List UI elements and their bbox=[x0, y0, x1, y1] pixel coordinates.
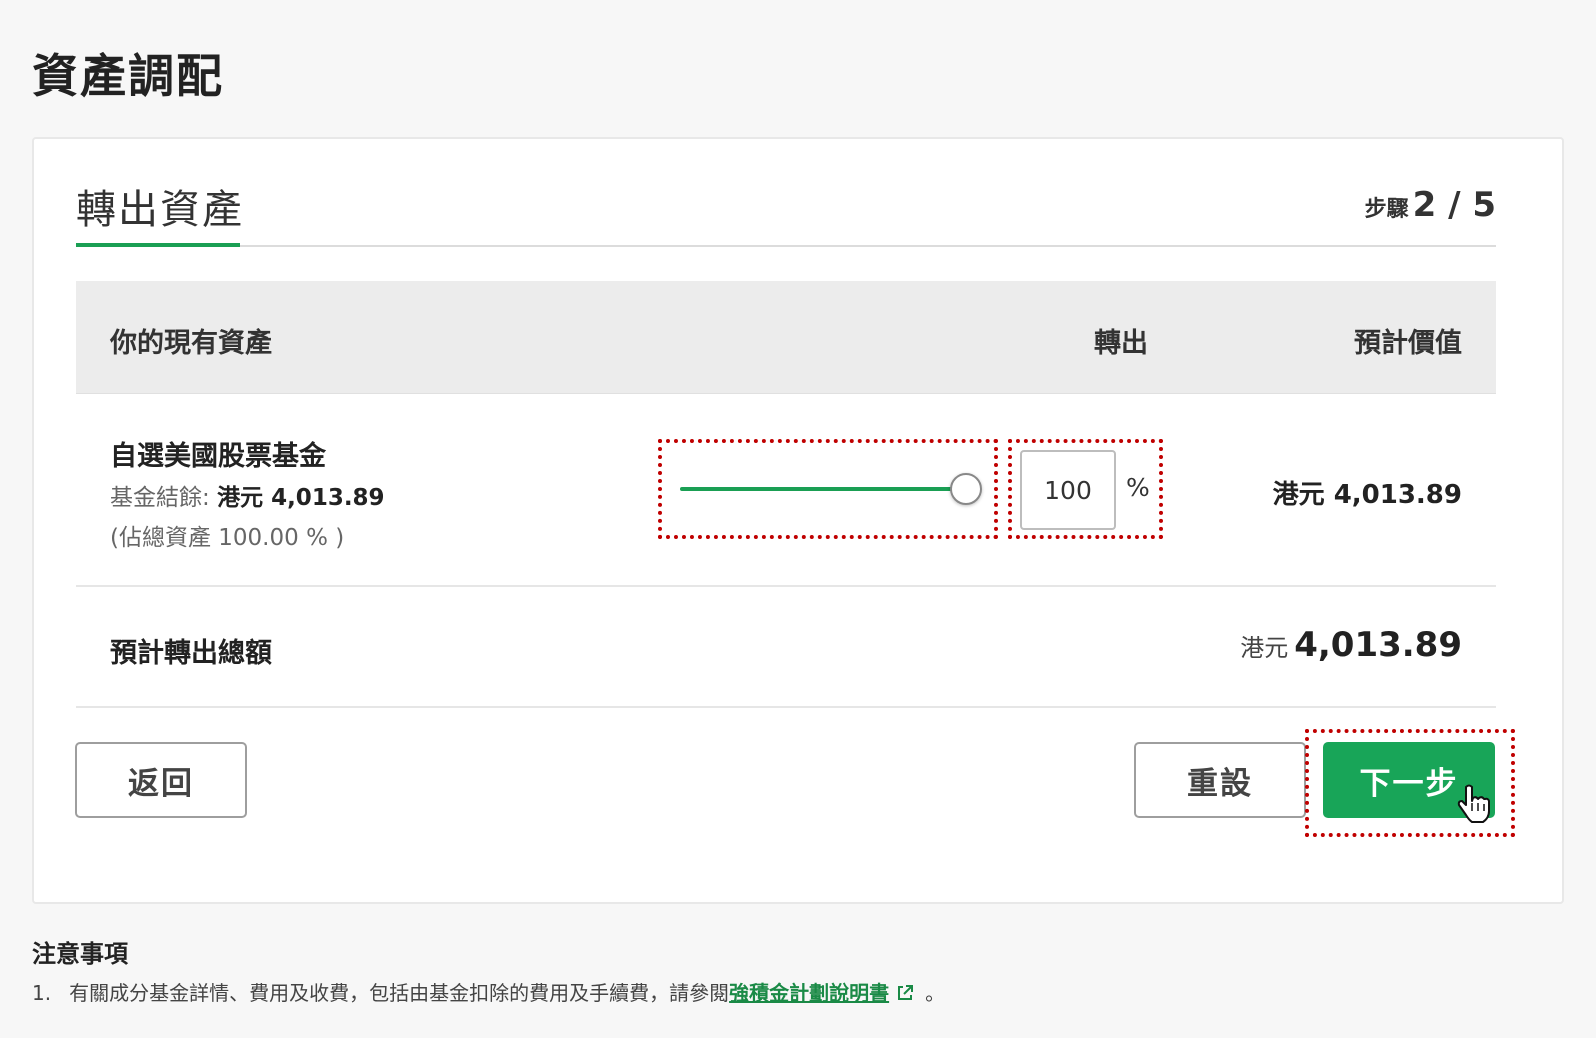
slider-track[interactable] bbox=[680, 487, 966, 491]
transfer-card: 轉出資產 步驟 2 / 5 你的現有資產 轉出 預計價值 自選美國股票基金 基金結… bbox=[32, 137, 1564, 904]
step-value: 2 / 5 bbox=[1412, 185, 1496, 225]
note-end: 。 bbox=[925, 981, 946, 1005]
total-row: 預計轉出總額 港元 4,013.89 bbox=[76, 587, 1496, 708]
section-title: 轉出資產 bbox=[76, 187, 244, 233]
note-number: 1. bbox=[32, 981, 52, 1005]
card-header: 轉出資產 步驟 2 / 5 bbox=[76, 139, 1496, 247]
note-text: 有關成分基金詳情、費用及收費，包括由基金扣除的費用及手續費，請參閱 bbox=[69, 981, 730, 1005]
fund-name: 自選美國股票基金 bbox=[110, 441, 326, 472]
percent-highlight: % bbox=[1008, 439, 1163, 539]
total-value: 港元 4,013.89 bbox=[1240, 625, 1462, 665]
total-amount: 4,013.89 bbox=[1294, 625, 1462, 665]
header-assets: 你的現有資產 bbox=[110, 328, 272, 359]
fund-balance-value: 港元 4,013.89 bbox=[217, 485, 385, 511]
header-transfer-out: 轉出 bbox=[1094, 328, 1148, 359]
fund-balance-label: 基金結餘: bbox=[110, 485, 210, 511]
total-label: 預計轉出總額 bbox=[110, 638, 272, 669]
fund-balance: 基金結餘: 港元 4,013.89 bbox=[110, 478, 385, 512]
slider-thumb[interactable] bbox=[950, 473, 982, 505]
external-link-icon[interactable] bbox=[895, 983, 915, 1003]
section-underline bbox=[76, 243, 240, 247]
slider-highlight bbox=[658, 439, 998, 539]
header-estimated-value: 預計價值 bbox=[1354, 328, 1462, 359]
estimated-value: 港元 4,013.89 bbox=[1272, 480, 1462, 510]
reset-button[interactable]: 重設 bbox=[1134, 742, 1306, 818]
hand-pointer-icon bbox=[1457, 784, 1490, 823]
step-label: 步驟 bbox=[1364, 197, 1409, 222]
back-button[interactable]: 返回 bbox=[75, 742, 247, 818]
page-title: 資產調配 bbox=[32, 49, 224, 103]
notes-title: 注意事項 bbox=[32, 940, 128, 968]
note-item: 1. 有關成分基金詳情、費用及收費，包括由基金扣除的費用及手續費，請參閱強積金計劃… bbox=[32, 977, 945, 1006]
fund-share: (佔總資產 100.00 % ) bbox=[110, 525, 345, 551]
table-row: 自選美國股票基金 基金結餘: 港元 4,013.89 (佔總資產 100.00 … bbox=[76, 394, 1496, 587]
scheme-brochure-link[interactable]: 強積金計劃說明書 bbox=[729, 981, 889, 1005]
step-indicator: 步驟 2 / 5 bbox=[1365, 185, 1496, 225]
total-currency: 港元 bbox=[1240, 634, 1289, 662]
table-header: 你的現有資產 轉出 預計價值 bbox=[76, 281, 1496, 394]
percent-unit: % bbox=[1126, 473, 1150, 502]
percent-input[interactable] bbox=[1020, 450, 1116, 530]
next-button-highlight: 下一步 bbox=[1305, 729, 1515, 837]
